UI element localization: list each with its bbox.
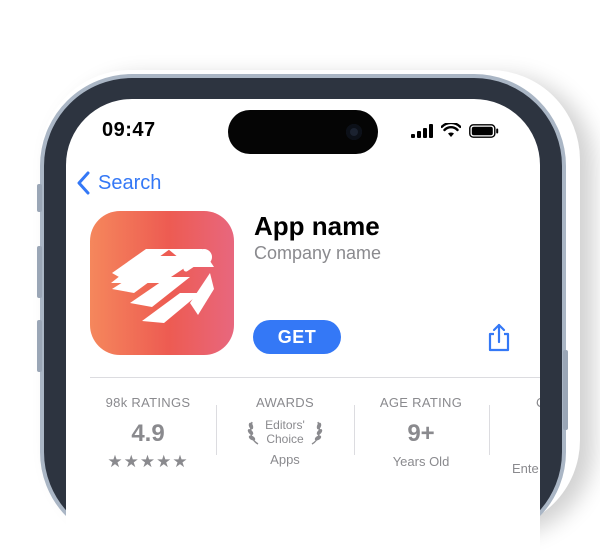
- camera-icon: [346, 124, 362, 140]
- wifi-icon: [441, 123, 461, 137]
- back-button[interactable]: Search: [76, 171, 161, 195]
- side-button-power: [563, 350, 568, 430]
- back-label: Search: [98, 171, 162, 194]
- editors-choice-text: Editors' Choice: [265, 418, 305, 446]
- ratings-value: 4.9: [131, 420, 165, 447]
- stat-separator: [489, 405, 490, 455]
- phone-screen: 09:47 Search App name Company name GET 9…: [66, 99, 540, 559]
- dynamic-island: [228, 110, 378, 154]
- choice-line: Choice: [266, 432, 304, 446]
- stat-separator: [216, 405, 217, 455]
- laurel-right-icon: [311, 421, 323, 445]
- category-label-partial: C: [512, 395, 540, 410]
- status-icons: [411, 123, 499, 138]
- editors-choice-badge: Editors' Choice: [225, 418, 345, 446]
- star-rating: ★★★★★: [107, 452, 189, 471]
- ratings-label: 98k RATINGS: [105, 395, 191, 410]
- get-button[interactable]: GET: [253, 320, 341, 354]
- share-button[interactable]: [486, 323, 512, 358]
- laurel-left-icon: [247, 421, 259, 445]
- divider: [90, 377, 540, 378]
- side-button-volume-down: [37, 320, 42, 372]
- stat-age-rating[interactable]: AGE RATING 9+ Years Old: [361, 395, 481, 469]
- awards-sub: Apps: [270, 452, 300, 467]
- company-name[interactable]: Company name: [254, 243, 381, 264]
- chevron-left-icon: [77, 171, 90, 195]
- awards-label: AWARDS: [256, 395, 314, 410]
- side-button-silent: [37, 184, 42, 212]
- stat-awards[interactable]: AWARDS Editors' Choice Apps: [225, 395, 345, 467]
- app-name: App name: [254, 211, 380, 241]
- category-sub-partial: Ente: [512, 461, 539, 476]
- status-time: 09:47: [102, 119, 156, 141]
- battery-icon: [469, 123, 499, 138]
- app-icon[interactable]: [90, 211, 234, 355]
- editors-line: Editors': [265, 418, 305, 432]
- stat-separator: [354, 405, 355, 455]
- app-logo-icon: [111, 249, 214, 323]
- side-button-volume-up: [37, 246, 42, 298]
- stat-ratings[interactable]: 98k RATINGS 4.9 ★★★★★: [88, 395, 208, 472]
- share-icon: [488, 323, 510, 352]
- age-rating-label: AGE RATING: [379, 395, 463, 410]
- stat-category-partial[interactable]: C Ente: [512, 395, 540, 476]
- age-rating-sub: Years Old: [392, 454, 450, 469]
- cellular-signal-icon: [411, 123, 433, 138]
- age-rating-value: 9+: [407, 420, 435, 447]
